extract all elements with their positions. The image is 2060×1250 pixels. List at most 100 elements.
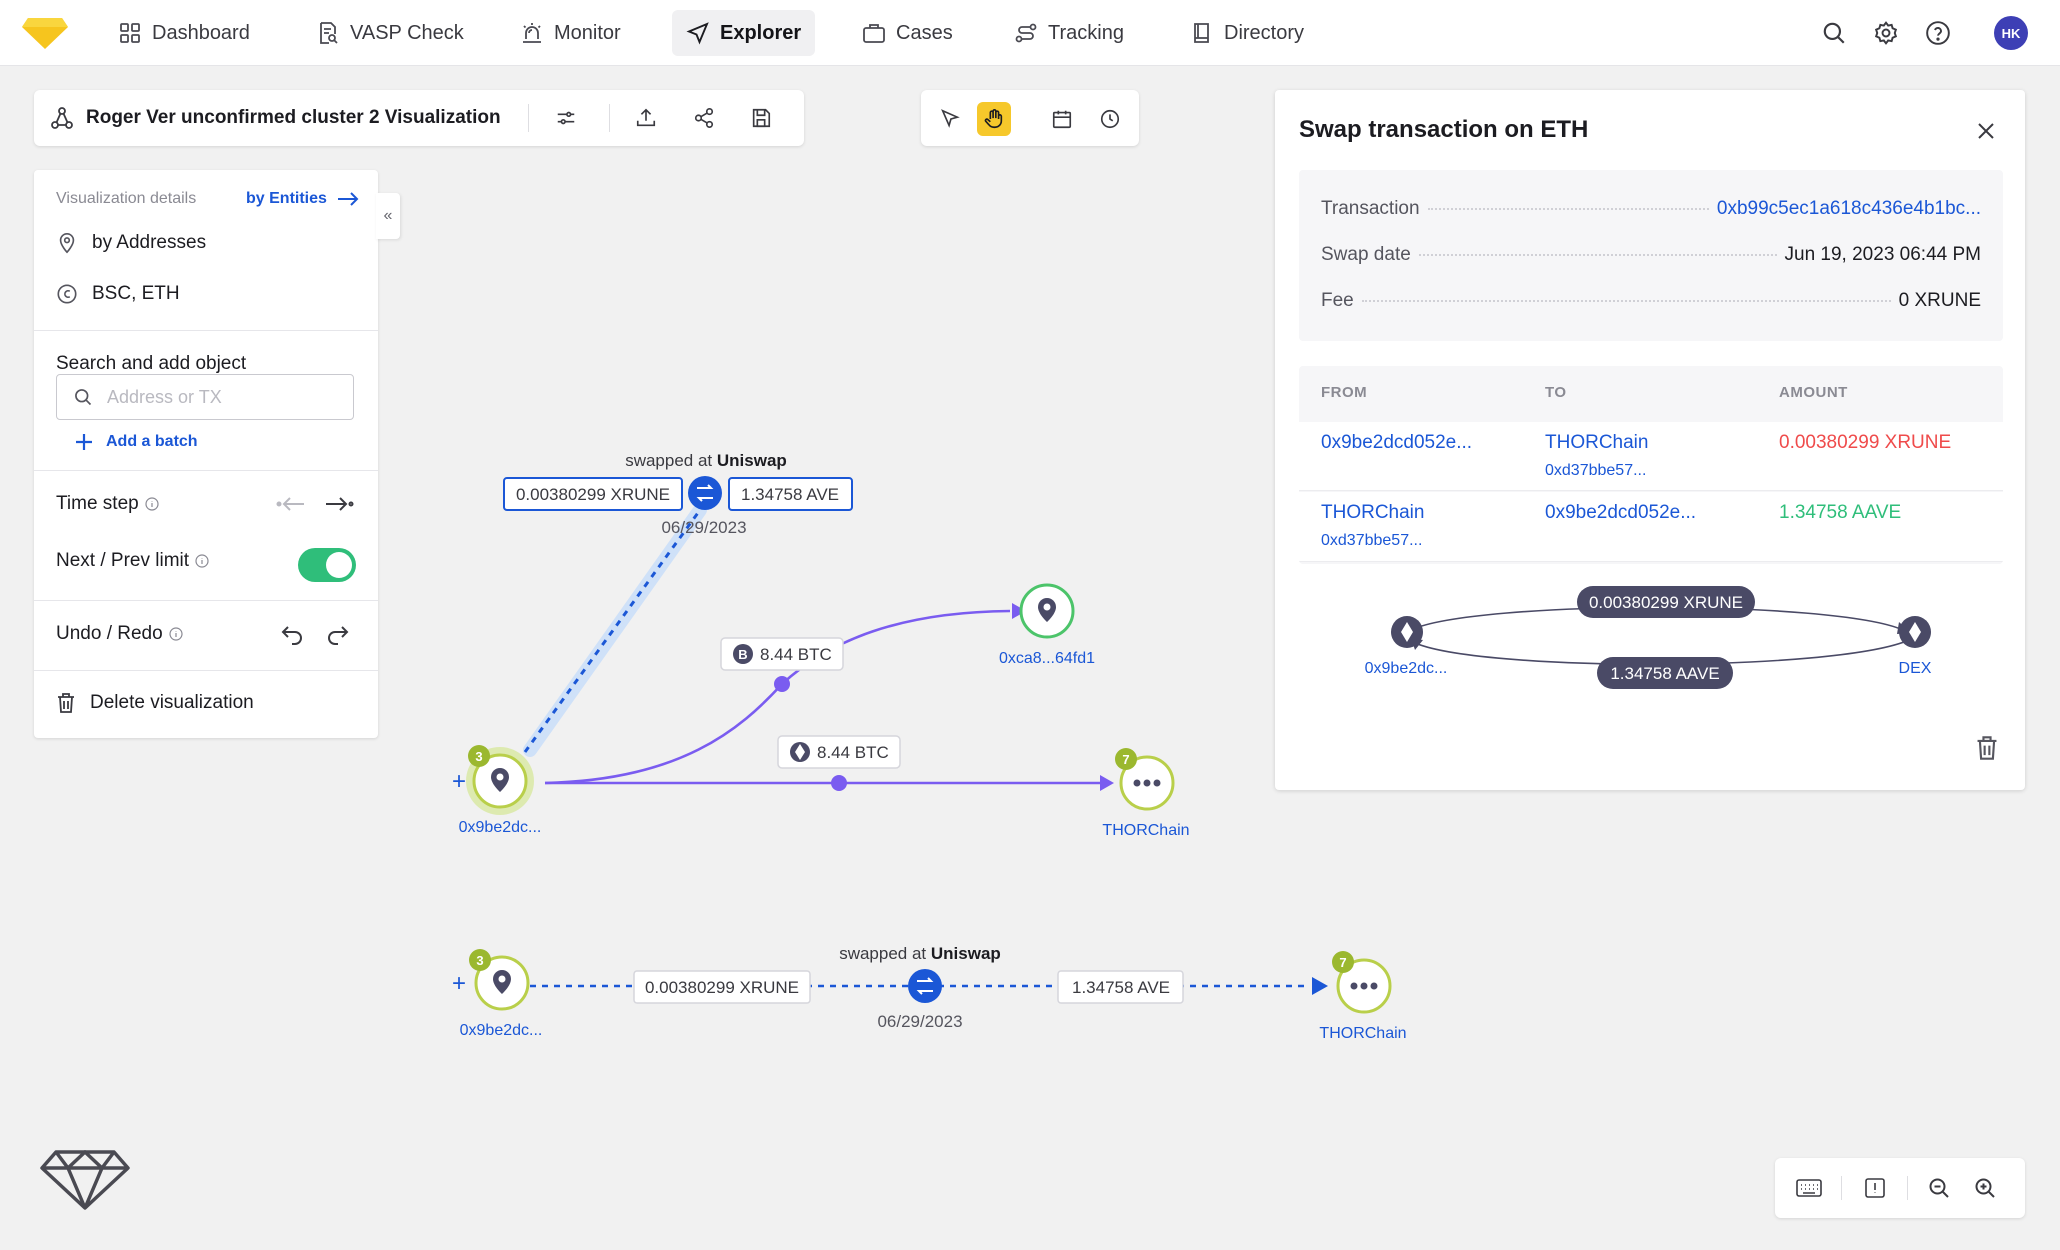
by-addresses-label: by Addresses xyxy=(92,232,207,253)
share-button[interactable] xyxy=(690,104,718,132)
leader-dots xyxy=(1418,254,1777,256)
save-button[interactable] xyxy=(747,104,775,132)
redo-icon[interactable] xyxy=(326,623,350,645)
expand-plus-icon[interactable]: + xyxy=(452,970,466,997)
filters-button[interactable] xyxy=(552,104,580,132)
time-step-back-icon[interactable] xyxy=(276,495,306,513)
visualization-title[interactable]: Roger Ver unconfirmed cluster 2 Visualiz… xyxy=(86,107,501,129)
details-label: Visualization details xyxy=(56,190,197,207)
double-chevron-left-icon: « xyxy=(383,207,393,224)
address-node-label[interactable]: 0xca8...64fd1 xyxy=(999,650,1095,667)
keyboard-icon xyxy=(1796,1179,1822,1197)
source-node-label[interactable]: 0x9be2dc... xyxy=(459,819,542,836)
leader-dots xyxy=(1427,208,1709,210)
canvas-tools xyxy=(921,90,1139,146)
pan-tool-button[interactable] xyxy=(977,102,1011,136)
edge-midpoint[interactable] xyxy=(774,676,790,692)
thorchain-node-label[interactable]: THORChain xyxy=(1102,822,1189,839)
swap-node[interactable] xyxy=(688,476,722,510)
to-entity-link[interactable]: THORChain xyxy=(1545,432,1648,454)
badge-count: 3 xyxy=(476,953,483,968)
edge-midpoint[interactable] xyxy=(831,775,847,791)
location-pin-icon xyxy=(59,233,75,254)
mini-right-label[interactable]: DEX xyxy=(1899,660,1932,677)
details-section: Visualization details by Entities by Add… xyxy=(34,170,378,331)
undo-section: Undo / Redo xyxy=(34,601,378,671)
mini-bottom-amount: 1.34758 AAVE xyxy=(1610,664,1719,683)
fee-label: Fee xyxy=(1321,290,1354,311)
coin-icon xyxy=(57,284,77,304)
by-entities-label: by Entities xyxy=(246,190,327,207)
more-icon xyxy=(1350,982,1358,990)
fee-row: Fee 0 XRUNE xyxy=(1321,290,1981,316)
leader-dots xyxy=(1361,300,1891,302)
trash-icon[interactable] xyxy=(1975,735,1999,761)
history-button[interactable] xyxy=(1093,102,1127,136)
trash-icon xyxy=(58,693,74,713)
svg-text:B: B xyxy=(738,647,747,662)
swap-date: 06/29/2023 xyxy=(661,518,746,537)
bottom-swap-node[interactable] xyxy=(908,969,942,1003)
more-icon xyxy=(1133,779,1141,787)
undo-icon[interactable] xyxy=(280,623,304,645)
cursor-icon xyxy=(941,109,960,128)
diamond-logo-icon xyxy=(40,1150,130,1210)
cluster-icon xyxy=(51,107,73,129)
info-icon[interactable] xyxy=(169,627,183,641)
chains-option[interactable]: BSC, ETH xyxy=(56,283,180,305)
transaction-hash-link[interactable]: 0xb99c5ec1a618c436e4b1bc... xyxy=(1717,198,1981,220)
undo-redo-row: Undo / Redo xyxy=(56,623,183,645)
table-row: 0x9be2dcd052e... THORChain 0xd37bbe57...… xyxy=(1299,422,2003,491)
add-batch-button[interactable]: Add a batch xyxy=(74,432,198,452)
expand-plus-icon[interactable]: + xyxy=(452,768,466,795)
from-entity-link[interactable]: THORChain xyxy=(1321,502,1424,524)
calendar-icon xyxy=(1052,110,1072,129)
to-address-link[interactable]: 0x9be2dcd052e... xyxy=(1545,502,1696,524)
calendar-button[interactable] xyxy=(1045,102,1079,136)
time-step-forward-icon[interactable] xyxy=(324,495,354,513)
from-address-link[interactable]: 0xd37bbe57... xyxy=(1321,532,1422,550)
amount-value: 0.00380299 XRUNE xyxy=(1779,432,1952,453)
keyboard-shortcuts-button[interactable] xyxy=(1795,1174,1823,1202)
swap-mini-graph: 0.00380299 XRUNE 1.34758 AAVE 0x9be2dc..… xyxy=(1365,586,1932,689)
delete-visualization-button[interactable]: Delete visualization xyxy=(56,692,254,714)
plus-icon xyxy=(76,434,92,450)
bottom-source-label[interactable]: 0x9be2dc... xyxy=(460,1022,543,1039)
clock-icon xyxy=(1100,109,1120,129)
upload-icon xyxy=(636,108,656,127)
search-input[interactable]: Address or TX xyxy=(56,374,354,420)
to-address-link[interactable]: 0xd37bbe57... xyxy=(1545,462,1646,480)
badge-count: 3 xyxy=(475,749,482,764)
column-header-amount: AMOUNT xyxy=(1779,384,1848,401)
arrowhead-icon xyxy=(1100,775,1114,791)
next-prev-toggle[interactable] xyxy=(298,548,356,582)
info-icon[interactable] xyxy=(195,554,209,568)
transaction-row: Transaction 0xb99c5ec1a618c436e4b1bc... xyxy=(1321,198,1981,224)
report-button[interactable] xyxy=(1861,1174,1889,1202)
share-icon xyxy=(694,108,714,128)
transfers-table: FROM TO AMOUNT 0x9be2dcd052e... THORChai… xyxy=(1299,366,2003,564)
by-addresses-option[interactable]: by Addresses xyxy=(56,232,206,254)
chains-label: BSC, ETH xyxy=(92,283,180,304)
from-address-link[interactable]: 0x9be2dcd052e... xyxy=(1321,432,1472,454)
select-tool-button[interactable] xyxy=(933,102,967,136)
zoom-in-button[interactable] xyxy=(1971,1174,1999,1202)
info-icon[interactable] xyxy=(145,497,159,511)
btc-amount: 8.44 BTC xyxy=(760,645,832,664)
swap-date-row: Swap date Jun 19, 2023 06:44 PM xyxy=(1321,244,1981,270)
bottom-thorchain-label[interactable]: THORChain xyxy=(1319,1025,1406,1042)
badge-count: 7 xyxy=(1339,955,1346,970)
mini-left-label[interactable]: 0x9be2dc... xyxy=(1365,660,1448,677)
add-batch-label: Add a batch xyxy=(106,433,198,450)
next-prev-row: Next / Prev limit xyxy=(56,550,209,572)
close-button[interactable] xyxy=(1973,118,1999,144)
by-entities-link[interactable]: by Entities xyxy=(246,190,359,208)
zoom-out-button[interactable] xyxy=(1925,1174,1953,1202)
time-step-label: Time step xyxy=(56,493,139,514)
export-button[interactable] xyxy=(632,104,660,132)
search-icon xyxy=(75,389,92,406)
collapse-panel-button[interactable]: « xyxy=(376,193,400,239)
search-placeholder: Address or TX xyxy=(107,386,222,407)
divider xyxy=(1907,1176,1908,1200)
divider xyxy=(1841,1176,1842,1200)
